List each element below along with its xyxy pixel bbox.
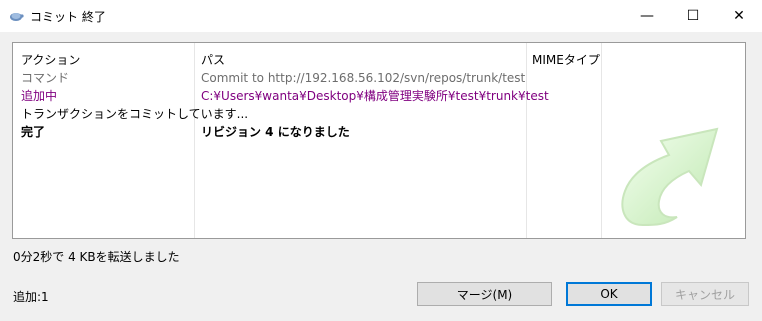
header-mime[interactable]: MIMEタイプ <box>532 51 600 68</box>
commit-results-list[interactable]: アクション パス MIMEタイプ コマンド Commit to http://1… <box>12 42 746 239</box>
cancel-button[interactable]: キャンセル <box>661 282 749 306</box>
row-action: 完了 <box>21 125 46 139</box>
commit-arrow-icon <box>621 127 719 227</box>
merge-button[interactable]: マージ(M) <box>417 282 552 306</box>
window-title: コミット 終了 <box>30 9 106 24</box>
list-item[interactable]: 追加中 C:¥Users¥wanta¥Desktop¥構成管理実験所¥test¥… <box>13 87 745 105</box>
row-path: Commit to http://192.168.56.102/svn/repo… <box>201 71 526 85</box>
list-item[interactable]: コマンド Commit to http://192.168.56.102/svn… <box>13 69 745 87</box>
minimize-button[interactable]: — <box>624 0 670 32</box>
row-path: C:¥Users¥wanta¥Desktop¥構成管理実験所¥test¥trun… <box>201 89 549 103</box>
row-action: コマンド <box>21 71 70 85</box>
row-path: リビジョン 4 になりました <box>201 125 350 139</box>
header-action[interactable]: アクション <box>21 51 80 68</box>
maximize-button[interactable]: ☐ <box>670 0 716 32</box>
ok-button[interactable]: OK <box>566 282 652 306</box>
header-path[interactable]: パス <box>201 51 225 68</box>
tortoise-icon <box>10 13 24 21</box>
title-bar: コミット 終了 — ☐ ✕ <box>0 0 762 32</box>
transfer-status: 0分2秒で 4 KBを転送しました <box>13 250 180 264</box>
close-button[interactable]: ✕ <box>716 0 762 32</box>
row-action: 追加中 <box>21 89 58 103</box>
added-count: 追加:1 <box>13 290 49 304</box>
row-action: トランザクションをコミットしています... <box>21 107 249 121</box>
